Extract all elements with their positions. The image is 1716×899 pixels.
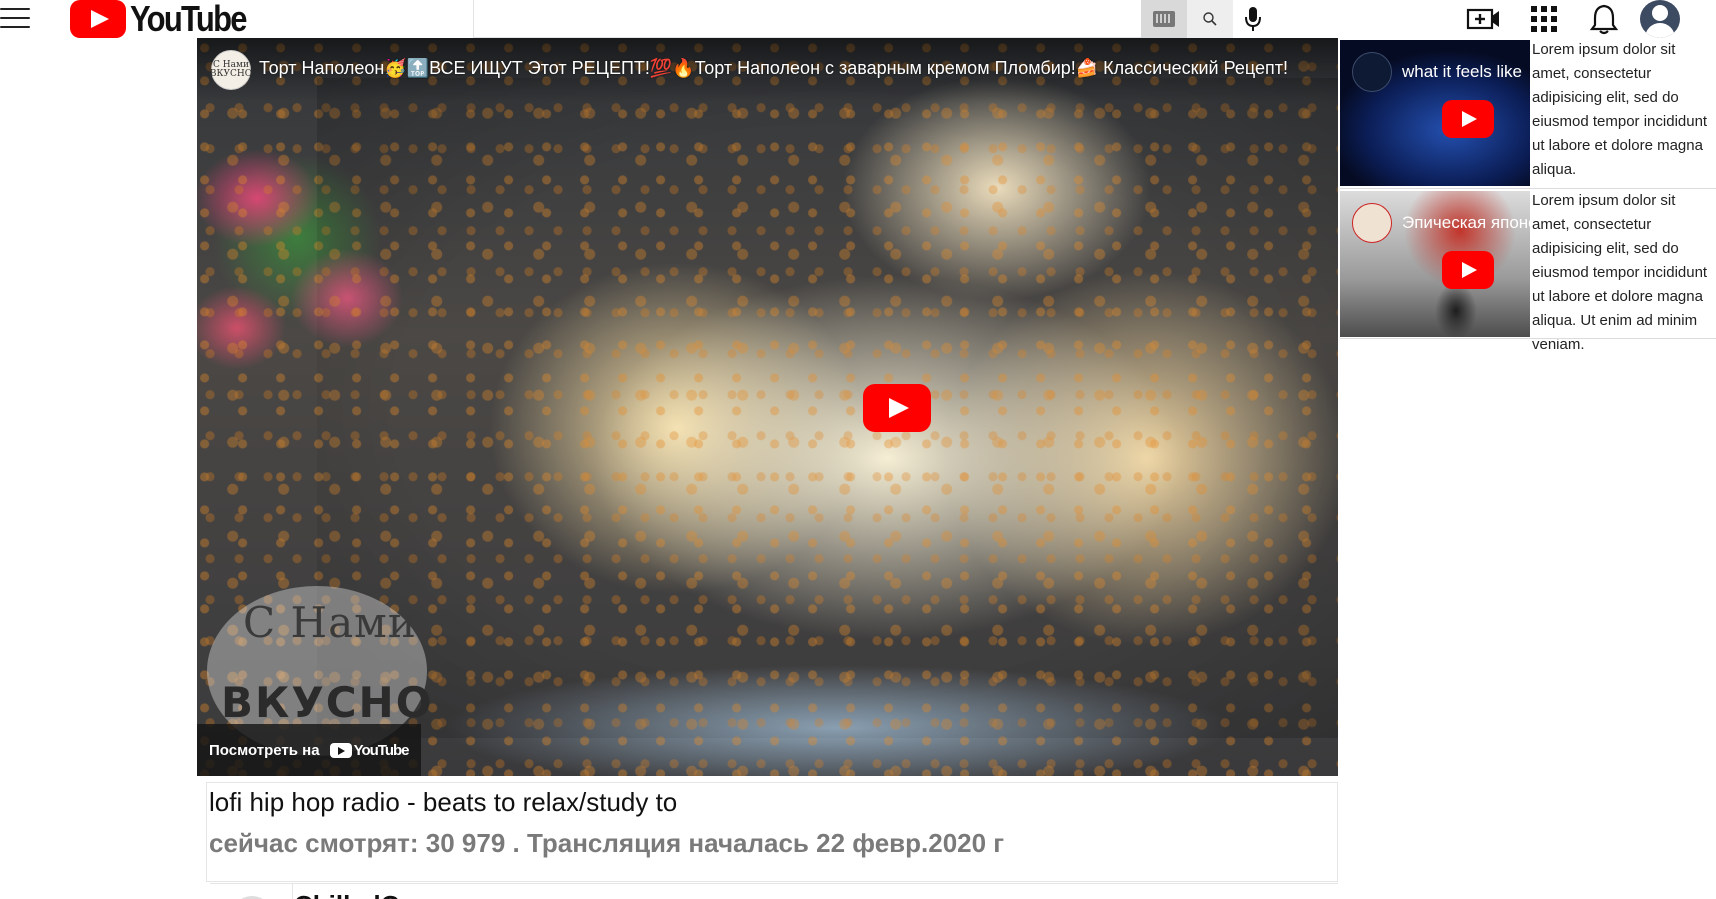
video-title: lofi hip hop radio - beats to relax/stud… xyxy=(209,787,678,817)
recommended-item[interactable]: Эпическая японская Lorem ipsum dolor sit… xyxy=(1340,189,1716,353)
watermark-text-line2: ВКУСНО xyxy=(221,678,434,727)
watch-on-label: Посмотреть на xyxy=(209,741,320,759)
recommended-channel-avatar xyxy=(1352,52,1392,92)
top-bar: YouTube xyxy=(0,0,1716,39)
youtube-mini-brand: YouTube xyxy=(353,741,410,759)
youtube-mini-logo: YouTube xyxy=(329,741,410,759)
watch-on-youtube-button[interactable]: Посмотреть на YouTube xyxy=(197,724,421,776)
watermark-text-line1: С Нами xyxy=(243,598,417,647)
recommended-thumbnail[interactable]: Эпическая японская xyxy=(1340,191,1530,337)
video-info-panel: lofi hip hop radio - beats to relax/stud… xyxy=(206,782,1338,882)
youtube-play-logo-icon xyxy=(70,0,126,38)
video-stats: сейчас смотрят: 30 979 . Трансляция нача… xyxy=(209,828,1005,858)
player-video-title[interactable]: Торт Наполеон🥳🔝ВСЕ ИЩУТ Этот РЕЦЕПТ!💯🔥То… xyxy=(259,58,1319,79)
page: YouTube С Нами ВКУСНО Торт Наполеон🥳🔝ВСЕ… xyxy=(0,0,1716,899)
menu-icon[interactable] xyxy=(0,4,32,32)
microphone-icon[interactable] xyxy=(1233,0,1273,38)
channel-row: ChilledCow xyxy=(210,883,1338,899)
play-button-icon[interactable] xyxy=(863,384,931,432)
search-icon xyxy=(1203,12,1217,26)
divider xyxy=(1340,338,1716,339)
recommended-thumb-title: what it feels like xyxy=(1402,62,1522,81)
play-button-icon[interactable] xyxy=(1442,100,1494,138)
recommended-channel-avatar xyxy=(1352,203,1392,243)
search-bar xyxy=(473,0,1261,38)
notifications-bell-icon[interactable] xyxy=(1582,0,1626,38)
logo-text: YouTube xyxy=(130,0,248,39)
account-avatar-icon[interactable] xyxy=(1640,0,1680,38)
channel-avatar-text: С Нами ВКУСНО xyxy=(209,60,253,79)
recommended-thumbnail[interactable]: what it feels like xyxy=(1340,40,1530,186)
apps-grid-icon[interactable] xyxy=(1522,0,1566,38)
recommended-description: Lorem ipsum dolor sit amet, consectetur … xyxy=(1532,41,1708,178)
recommended-description: Lorem ipsum dolor sit amet, consectetur … xyxy=(1532,192,1708,353)
video-player[interactable]: С Нами ВКУСНО Торт Наполеон🥳🔝ВСЕ ИЩУТ Эт… xyxy=(197,38,1338,776)
keyboard-icon[interactable] xyxy=(1141,0,1187,38)
search-button[interactable] xyxy=(1187,0,1233,38)
channel-name[interactable]: ChilledCow xyxy=(294,890,436,899)
play-button-icon[interactable] xyxy=(1442,251,1494,289)
recommended-thumb-title: Эпическая японская xyxy=(1402,213,1530,232)
youtube-mini-play-icon xyxy=(329,742,352,758)
channel-avatar[interactable]: С Нами ВКУСНО xyxy=(209,50,253,90)
youtube-logo[interactable]: YouTube xyxy=(70,0,265,39)
create-video-icon[interactable] xyxy=(1462,0,1506,38)
search-input[interactable] xyxy=(473,0,1143,38)
recommended-item[interactable]: what it feels like Lorem ipsum dolor sit… xyxy=(1340,38,1716,186)
divider xyxy=(292,884,293,899)
